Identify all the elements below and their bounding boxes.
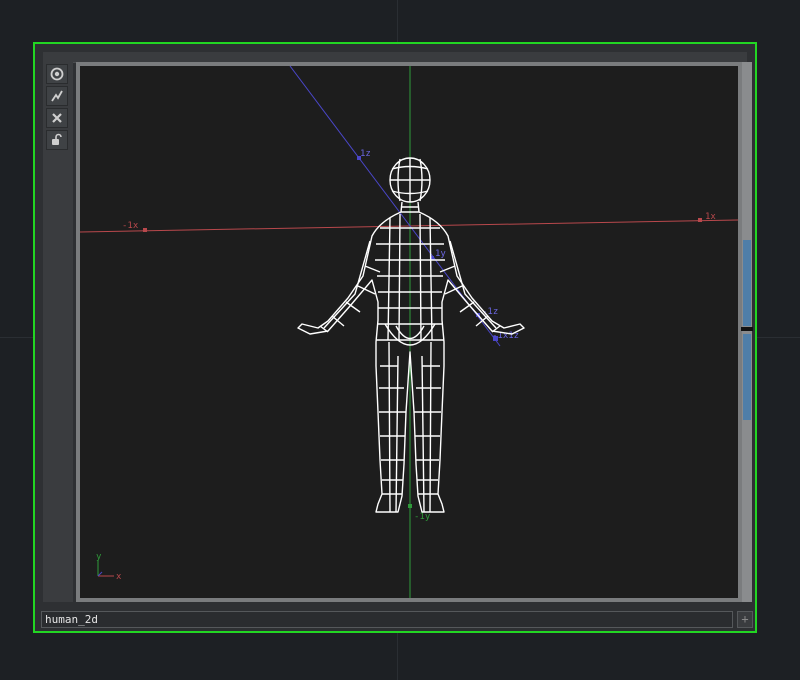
human-mesh <box>297 157 525 513</box>
viewer-scrollbar[interactable] <box>741 62 753 602</box>
node-name-field[interactable]: human_2d <box>41 611 733 628</box>
scrollbar-thumb-upper[interactable] <box>743 240 751 326</box>
neg-y-marker <box>408 504 412 508</box>
viewer-toolbar <box>43 62 73 602</box>
scrollbar-divider <box>741 327 753 331</box>
pos-x-marker <box>698 218 702 222</box>
close-icon[interactable] <box>46 108 68 128</box>
add-button[interactable]: + <box>737 611 753 628</box>
neg-x-marker <box>143 228 147 232</box>
pos-x-label: 1x <box>705 212 716 222</box>
x-axis-line <box>80 219 738 233</box>
wire-icon[interactable] <box>46 86 68 106</box>
pos-z-label: 1z <box>360 149 371 159</box>
scrollbar-thumb-lower[interactable] <box>743 334 751 420</box>
axis-gizmo: y x <box>96 552 122 582</box>
viewport-frame: -1x 1x 1z -1z -1x1z 1y -1y y x <box>76 62 742 602</box>
neg-x-label: -1x <box>122 221 139 231</box>
lock-icon[interactable] <box>46 130 68 150</box>
3d-viewport[interactable]: -1x 1x 1z -1z -1x1z 1y -1y y x <box>80 66 738 598</box>
viewer-icon[interactable] <box>46 64 68 84</box>
gizmo-x-label: x <box>116 572 122 582</box>
gizmo-y-label: y <box>96 552 102 562</box>
neg-y-label: -1y <box>414 512 431 522</box>
mid-label: 1y <box>435 249 446 259</box>
node-panel[interactable]: -1x 1x 1z -1z -1x1z 1y -1y y x human_2d … <box>33 42 757 633</box>
